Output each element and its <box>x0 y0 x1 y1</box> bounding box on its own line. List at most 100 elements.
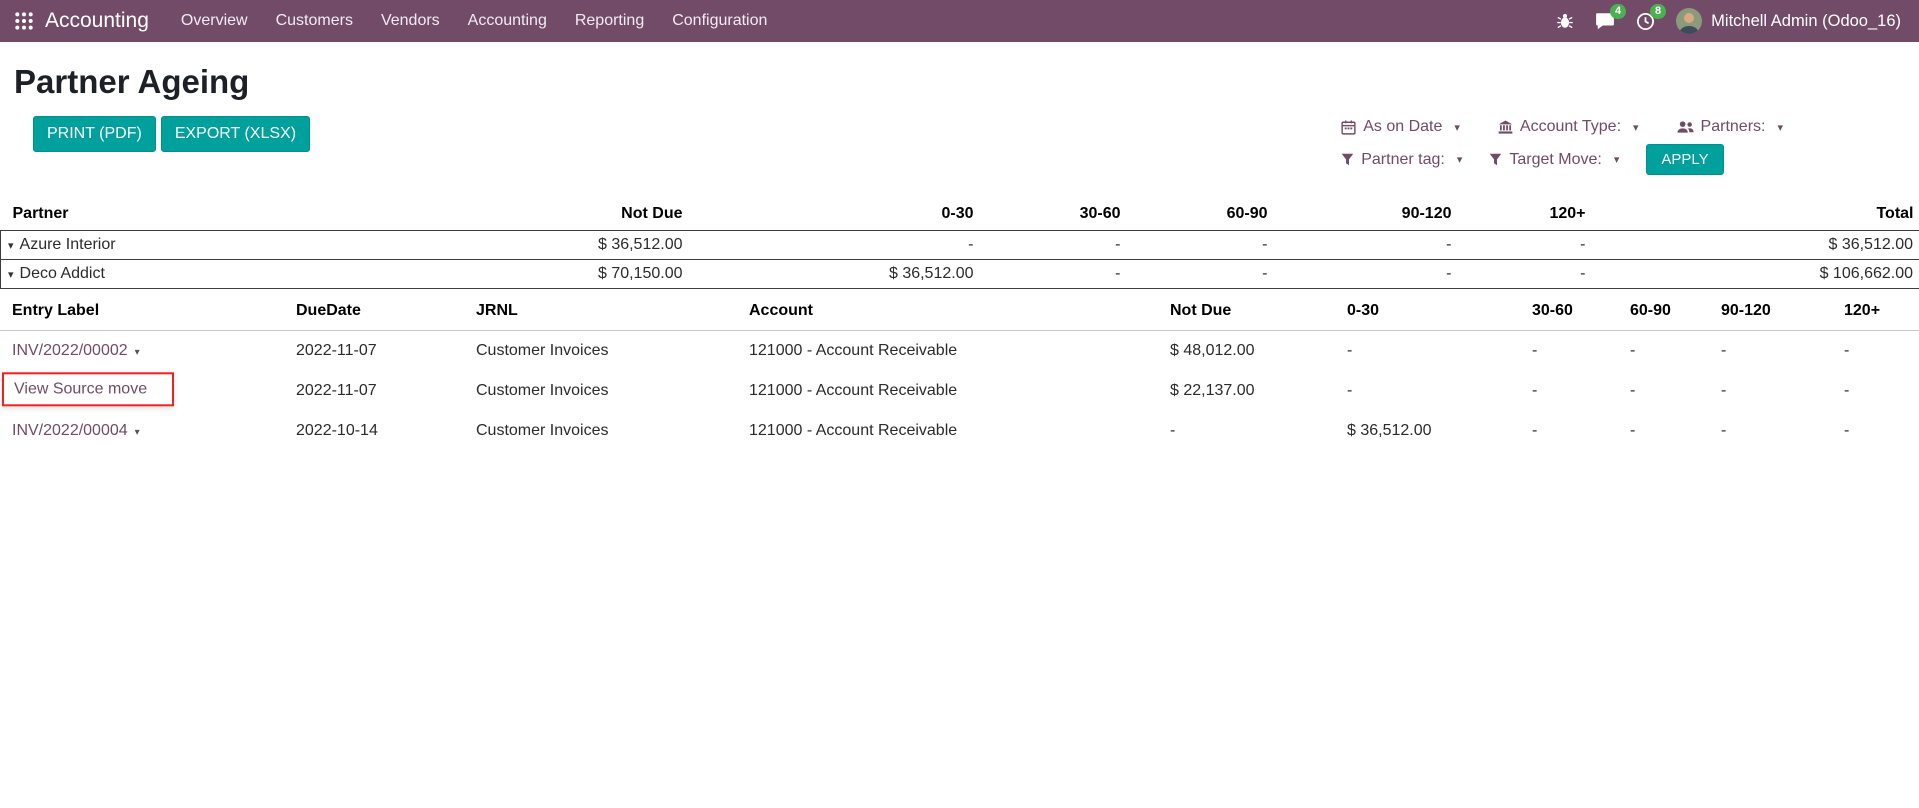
col-total: Total <box>1592 202 1919 231</box>
cell-0-30: - <box>1341 371 1526 411</box>
table-row: INV/2022/00004 ▾ 2022-10-14 Customer Invo… <box>0 411 1919 451</box>
calendar-icon <box>1341 120 1356 135</box>
cell-jrnl: Customer Invoices <box>470 331 743 372</box>
filter-label: Partners: <box>1701 118 1766 136</box>
debug-bug-icon[interactable] <box>1556 12 1574 30</box>
menu-configuration[interactable]: Configuration <box>658 0 781 42</box>
chevron-down-icon: ▾ <box>1614 153 1620 166</box>
partner-name: Azure Interior <box>20 236 116 253</box>
messages-button[interactable]: 4 <box>1595 12 1615 30</box>
cell-60-90: - <box>1127 260 1274 289</box>
cell-30-60: - <box>1526 411 1624 451</box>
chevron-down-icon: ▾ <box>1633 121 1639 134</box>
cell-120-plus: - <box>1838 411 1919 451</box>
cell-60-90: - <box>1624 411 1715 451</box>
view-source-move-menu-item[interactable]: View Source move <box>2 372 174 406</box>
filter-target-move[interactable]: Target Move: ▾ <box>1489 151 1619 169</box>
filter-as-on-date[interactable]: As on Date ▾ <box>1341 118 1460 136</box>
cell-90-120: - <box>1715 371 1838 411</box>
cell-60-90: - <box>1127 231 1274 260</box>
cell-120-plus: - <box>1838 371 1919 411</box>
cell-60-90: - <box>1624 371 1715 411</box>
cell-0-30: - <box>1341 331 1526 372</box>
cell-60-90: - <box>1624 331 1715 372</box>
funnel-icon <box>1341 153 1354 166</box>
chevron-down-icon: ▾ <box>1454 121 1460 134</box>
messages-badge: 4 <box>1610 4 1626 19</box>
col-60-90: 60-90 <box>1624 292 1715 331</box>
filter-account-type[interactable]: Account Type: ▾ <box>1498 118 1639 136</box>
menu-customers[interactable]: Customers <box>262 0 367 42</box>
entry-label-link[interactable]: INV/2022/00002▾ <box>12 342 140 359</box>
table-row: View Source move 2022-11-07 Customer Inv… <box>0 371 1919 411</box>
detail-header-row: Entry Label DueDate JRNL Account Not Due… <box>0 292 1919 331</box>
cell-90-120: - <box>1274 231 1458 260</box>
menu-reporting[interactable]: Reporting <box>561 0 658 42</box>
chevron-down-icon: ▾ <box>1777 121 1783 134</box>
cell-90-120: - <box>1715 411 1838 451</box>
report-page: Partner Ageing PRINT (PDF) EXPORT (XLSX)… <box>0 63 1919 451</box>
summary-header-row: Partner Not Due 0-30 30-60 60-90 90-120 … <box>1 202 1919 231</box>
entry-label: INV/2022/00004 <box>12 422 128 439</box>
col-due-date: DueDate <box>290 292 470 331</box>
cell-not-due: $ 36,512.00 <box>454 231 689 260</box>
activities-button[interactable]: 8 <box>1636 12 1655 31</box>
col-jrnl: JRNL <box>470 292 743 331</box>
apply-button[interactable]: APPLY <box>1646 144 1723 175</box>
funnel-icon <box>1489 153 1502 166</box>
col-not-due: Not Due <box>1164 292 1341 331</box>
cell-0-30: - <box>689 231 980 260</box>
apps-menu-button[interactable] <box>14 11 34 31</box>
cell-not-due: - <box>1164 411 1341 451</box>
filter-partner-tag[interactable]: Partner tag: ▾ <box>1341 151 1462 169</box>
partner-name: Deco Addict <box>20 265 105 282</box>
cell-120-plus: - <box>1458 231 1592 260</box>
entry-label-link[interactable]: INV/2022/00004 ▾ <box>12 422 140 439</box>
cell-90-120: - <box>1715 331 1838 372</box>
filter-partners[interactable]: Partners: ▾ <box>1677 118 1783 136</box>
app-name[interactable]: Accounting <box>45 9 149 33</box>
cell-due-date: 2022-10-14 <box>290 411 470 451</box>
chevron-down-icon[interactable]: ▾ <box>135 347 140 358</box>
caret-down-icon: ▾ <box>8 240 14 252</box>
cell-total: $ 106,662.00 <box>1592 260 1919 289</box>
cell-account: 121000 - Account Receivable <box>743 411 1164 451</box>
cell-120-plus: - <box>1838 331 1919 372</box>
menu-vendors[interactable]: Vendors <box>367 0 454 42</box>
chevron-down-icon: ▾ <box>1457 153 1463 166</box>
col-30-60: 30-60 <box>1526 292 1624 331</box>
print-pdf-button[interactable]: PRINT (PDF) <box>33 116 156 152</box>
cell-30-60: - <box>980 260 1127 289</box>
partner-toggle[interactable]: ▾Deco Addict <box>1 260 454 289</box>
topbar-systray: 4 8 Mitchell Admin (Odoo_16) <box>1556 8 1901 34</box>
activities-badge: 8 <box>1650 4 1666 19</box>
avatar <box>1676 8 1702 34</box>
col-30-60: 30-60 <box>980 202 1127 231</box>
cell-not-due: $ 48,012.00 <box>1164 331 1341 372</box>
cell-jrnl: Customer Invoices <box>470 411 743 451</box>
col-60-90: 60-90 <box>1127 202 1274 231</box>
partner-toggle[interactable]: ▾ Azure Interior <box>1 231 454 260</box>
actions-row: PRINT (PDF) EXPORT (XLSX) As on Date ▾ <box>0 116 1919 175</box>
filter-label: Account Type: <box>1520 118 1621 136</box>
user-menu[interactable]: Mitchell Admin (Odoo_16) <box>1676 8 1901 34</box>
col-account: Account <box>743 292 1164 331</box>
filter-row-2: Partner tag: ▾ Target Move: ▾ APPLY <box>1341 144 1723 175</box>
cell-90-120: - <box>1274 260 1458 289</box>
cell-jrnl: Customer Invoices <box>470 371 743 411</box>
cell-0-30: $ 36,512.00 <box>689 260 980 289</box>
grid-icon <box>14 11 34 31</box>
top-navbar: Accounting Overview Customers Vendors Ac… <box>0 0 1919 42</box>
cell-not-due: $ 22,137.00 <box>1164 371 1341 411</box>
col-not-due: Not Due <box>454 202 689 231</box>
users-icon <box>1677 120 1694 134</box>
menu-accounting[interactable]: Accounting <box>454 0 561 42</box>
cell-30-60: - <box>980 231 1127 260</box>
chevron-down-icon[interactable]: ▾ <box>135 427 140 438</box>
export-xlsx-button[interactable]: EXPORT (XLSX) <box>161 116 310 152</box>
filter-label: Partner tag: <box>1361 151 1445 169</box>
col-0-30: 0-30 <box>1341 292 1526 331</box>
menu-overview[interactable]: Overview <box>167 0 262 42</box>
cell-120-plus: - <box>1458 260 1592 289</box>
cell-due-date: 2022-11-07 <box>290 371 470 411</box>
